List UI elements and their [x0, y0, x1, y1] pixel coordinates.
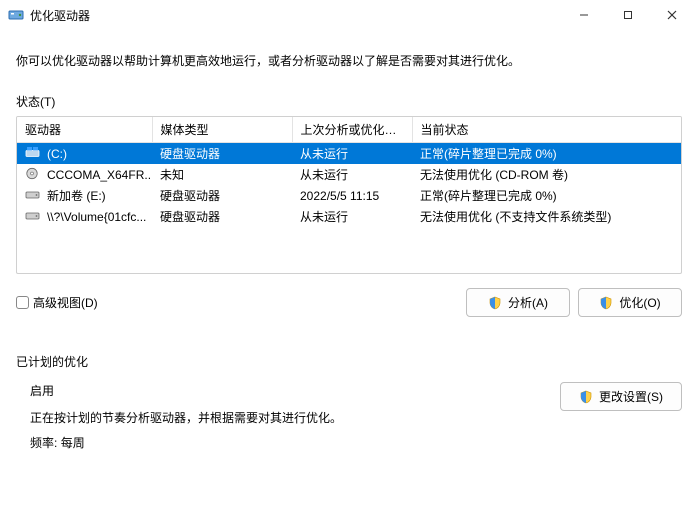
scheduled-info: 启用 正在按计划的节奏分析驱动器，并根据需要对其进行优化。 频率: 每周	[30, 382, 548, 451]
table-row[interactable]: CCCOMA_X64FR...未知从未运行无法使用优化 (CD-ROM 卷)	[17, 164, 681, 185]
col-drive[interactable]: 驱动器	[17, 117, 152, 143]
minimize-button[interactable]	[562, 0, 606, 30]
media-type: 硬盘驱动器	[152, 185, 292, 206]
scheduled-frequency-label: 频率:	[30, 436, 57, 450]
optimize-label: 优化(O)	[619, 294, 660, 311]
scheduled-status: 启用	[30, 382, 548, 399]
table-header-row: 驱动器 媒体类型 上次分析或优化的... 当前状态	[17, 117, 681, 143]
current-status: 正常(碎片整理已完成 0%)	[412, 185, 681, 206]
change-settings-button[interactable]: 更改设置(S)	[560, 382, 682, 411]
drive-icon	[25, 146, 41, 162]
drives-table: 驱动器 媒体类型 上次分析或优化的... 当前状态 (C:)硬盘驱动器从未运行正…	[16, 116, 682, 274]
scheduled-frequency: 频率: 每周	[30, 434, 548, 451]
analyze-label: 分析(A)	[508, 294, 548, 311]
table-row[interactable]: \\?\Volume{01cfc... 硬盘驱动器从未运行无法使用优化 (不支持文…	[17, 206, 681, 227]
shield-icon	[579, 390, 593, 404]
checkbox-icon	[16, 296, 29, 309]
media-type: 硬盘驱动器	[152, 143, 292, 165]
drive-name: 新加卷 (E:)	[47, 187, 106, 204]
media-type: 硬盘驱动器	[152, 206, 292, 227]
table-row[interactable]: 新加卷 (E:) 硬盘驱动器2022/5/5 11:15正常(碎片整理已完成 0%…	[17, 185, 681, 206]
drive-name: CCCOMA_X64FR...	[47, 168, 152, 182]
col-last[interactable]: 上次分析或优化的...	[292, 117, 412, 143]
status-label: 状态(T)	[16, 93, 682, 110]
analyze-button[interactable]: 分析(A)	[466, 288, 570, 317]
scheduled-frequency-value: 每周	[61, 436, 85, 450]
drive-name: (C:)	[47, 147, 67, 161]
window-title: 优化驱动器	[30, 7, 90, 24]
last-run: 从未运行	[292, 206, 412, 227]
optimize-button[interactable]: 优化(O)	[578, 288, 682, 317]
current-status: 无法使用优化 (不支持文件系统类型)	[412, 206, 681, 227]
col-media[interactable]: 媒体类型	[152, 117, 292, 143]
description-text: 你可以优化驱动器以帮助计算机更高效地运行，或者分析驱动器以了解是否需要对其进行优…	[16, 52, 682, 69]
drive-icon	[25, 209, 41, 225]
current-status: 无法使用优化 (CD-ROM 卷)	[412, 164, 681, 185]
change-settings-label: 更改设置(S)	[599, 388, 663, 405]
drive-icon	[25, 167, 41, 183]
media-type: 未知	[152, 164, 292, 185]
last-run: 从未运行	[292, 143, 412, 165]
maximize-button[interactable]	[606, 0, 650, 30]
drive-name: \\?\Volume{01cfc...	[47, 210, 146, 224]
shield-icon	[488, 296, 502, 310]
last-run: 2022/5/5 11:15	[292, 185, 412, 206]
col-status[interactable]: 当前状态	[412, 117, 681, 143]
scheduled-section-title: 已计划的优化	[16, 353, 682, 370]
scheduled-detail: 正在按计划的节奏分析驱动器，并根据需要对其进行优化。	[30, 409, 548, 426]
titlebar: 优化驱动器	[0, 0, 698, 30]
shield-icon	[599, 296, 613, 310]
close-button[interactable]	[650, 0, 694, 30]
app-icon	[8, 7, 24, 23]
drive-icon	[25, 188, 41, 204]
table-row[interactable]: (C:) 硬盘驱动器从未运行正常(碎片整理已完成 0%)	[17, 143, 681, 165]
last-run: 从未运行	[292, 164, 412, 185]
current-status: 正常(碎片整理已完成 0%)	[412, 143, 681, 165]
advanced-view-checkbox[interactable]: 高级视图(D)	[16, 294, 98, 311]
advanced-view-label: 高级视图(D)	[33, 296, 98, 310]
